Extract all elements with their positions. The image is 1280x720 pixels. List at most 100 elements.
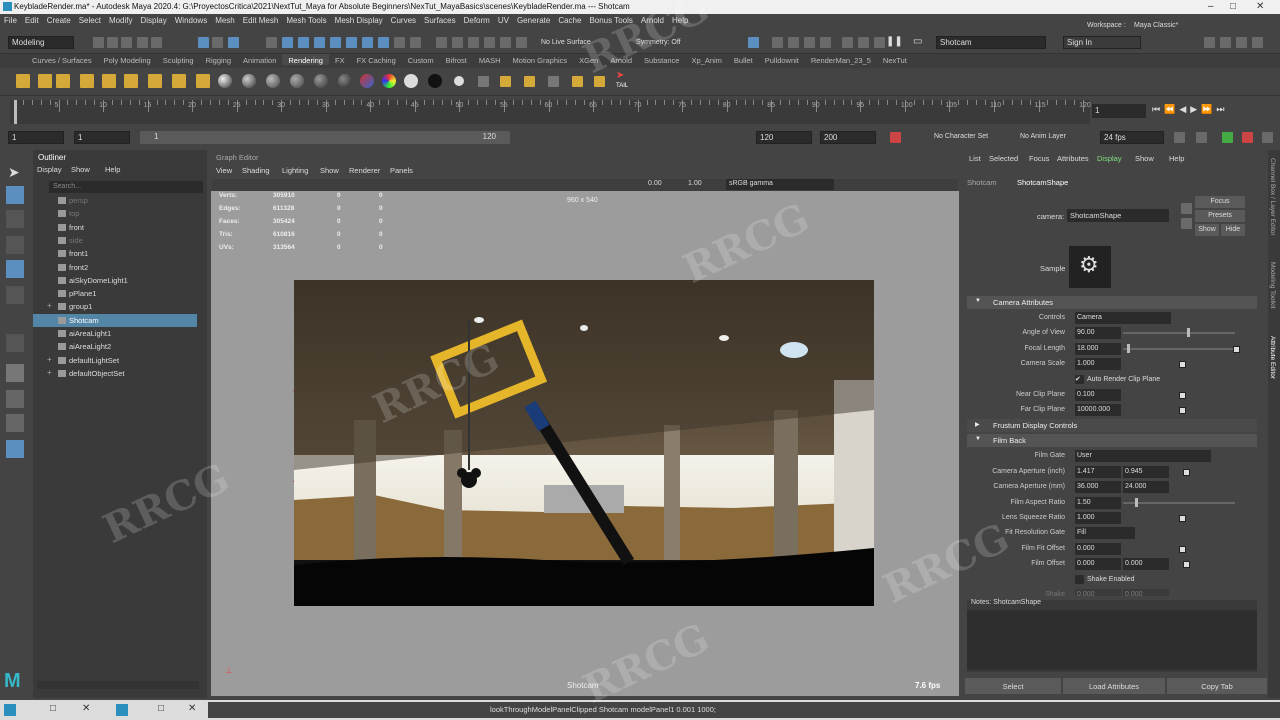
attr-field-near-clip-plane[interactable]: 0.100 [1075,388,1121,401]
start-time-field[interactable]: 1 [8,131,64,144]
shelf-batch-render-icon[interactable] [548,76,559,87]
four-view-icon[interactable] [6,390,24,408]
outliner-menu-display[interactable]: Display [37,165,62,174]
outliner-item-pplane1[interactable]: pPlane1 [33,287,197,300]
menu-surfaces[interactable]: Surfaces [420,14,460,25]
shelf-surface-shader-icon[interactable] [404,74,418,88]
arnold-render-icon[interactable] [842,37,853,48]
character-set-dropdown[interactable]: No Character Set [934,133,988,140]
attr-field-shake-b[interactable]: 0.000 [1123,588,1169,596]
playhead[interactable] [14,100,17,124]
hypershade-icon[interactable] [820,37,831,48]
render-icon[interactable] [748,37,759,48]
shelf-tab-nextut[interactable]: NexTut [877,54,913,65]
shelf-camera-aim-icon[interactable] [196,74,210,88]
shelf-light-icon[interactable] [16,74,30,88]
attr-map-icon[interactable] [1179,361,1186,369]
last-tool-icon[interactable] [6,334,24,352]
channel-box-tab[interactable]: Channel Box / Layer Editor [1269,158,1276,236]
shelf-spot-light-icon[interactable] [80,74,94,88]
modeling-toolkit-tab[interactable]: Modeling Toolkit [1269,262,1276,309]
taskbar-close-icon-2[interactable]: ✕ [188,703,196,714]
step-back-icon[interactable]: ⏪ [1164,104,1179,114]
select-component-icon[interactable] [228,37,239,48]
outliner-item-shotcam[interactable]: Shotcam [33,313,197,327]
shelf-directional-light-icon[interactable] [38,74,52,88]
shelf-tab-fx[interactable]: FX [329,54,351,65]
shelf-tab-animation[interactable]: Animation [237,54,282,65]
anim-layer-dropdown[interactable]: No Anim Layer [1020,133,1066,140]
tab-shotcamshape[interactable]: ShotcamShape [1017,178,1087,190]
shelf-tab-custom[interactable]: Custom [402,54,440,65]
attr-field-camera-aperture-inch-b[interactable]: 0.945 [1123,465,1169,478]
presets-button[interactable]: Presets [1195,210,1245,222]
shelf-blinn-icon[interactable] [218,74,232,88]
attr-map-icon[interactable] [1179,545,1186,553]
ae-menu-list[interactable]: List [969,154,981,163]
menu-select[interactable]: Select [75,14,105,25]
persp-outliner-layout-icon[interactable] [6,414,24,432]
panel-menu-lighting[interactable]: Lighting [282,166,308,175]
target-icon[interactable] [516,37,527,48]
outliner-menu-show[interactable]: Show [71,165,90,174]
magnet-icon[interactable] [500,37,511,48]
menu-mesh-tools[interactable]: Mesh Tools [282,14,330,25]
outliner-item-aiarealight1[interactable]: aiAreaLight1 [33,327,197,340]
outliner-item-front1[interactable]: front1 [33,247,197,260]
fps-dropdown[interactable]: 24 fps [1100,131,1164,144]
shelf-tab-mash[interactable]: MASH [473,54,507,65]
move-tool-icon[interactable] [6,236,24,254]
snap-face-icon[interactable] [362,37,373,48]
focus-button[interactable]: Focus [1195,196,1245,208]
ae-select-button[interactable]: Select [965,678,1061,694]
save-scene-icon[interactable] [121,37,132,48]
playback-speed-icon[interactable] [1242,132,1253,143]
snap-grid-icon[interactable] [266,37,277,48]
command-line[interactable]: lookThroughModelPanelClipped Shotcam mod… [208,702,1280,718]
outliner-item-defaultobjectset[interactable]: defaultObjectSet + [33,367,197,380]
menu-curves[interactable]: Curves [387,14,420,25]
shelf-render-settings-icon[interactable] [572,76,583,87]
shelf-area-light-icon[interactable] [102,74,116,88]
shelf-checker-icon[interactable] [382,74,396,88]
outliner-search-input[interactable]: Search... [49,181,203,193]
attr-field-lens-squeeze-ratio[interactable]: 1.000 [1075,512,1121,524]
shelf-ramp-icon[interactable] [360,74,374,88]
panel-menu-show[interactable]: Show [320,166,339,175]
minimize-icon[interactable]: – [1208,1,1214,12]
tool-settings-icon[interactable] [1236,37,1247,48]
step-forward-icon[interactable]: ⏩ [1201,104,1216,114]
attr-slider-angle-of-view[interactable] [1123,332,1235,335]
gamma-field[interactable]: 1.00 [688,180,702,187]
outliner-item-front2[interactable]: front2 [33,261,197,274]
taskbar-close-icon[interactable]: ✕ [82,703,90,714]
maximize-icon[interactable]: □ [1230,1,1236,12]
camera-select-icon[interactable]: ▭ [913,36,922,47]
auto-key-icon[interactable] [890,132,901,143]
attribute-editor-icon[interactable] [1220,37,1231,48]
outliner-item-defaultlightset[interactable]: defaultLightSet + [33,354,197,367]
scale-tool-icon[interactable] [6,286,24,304]
render-settings-icon[interactable] [804,37,815,48]
outliner-item-aiskydomelight1[interactable]: aiSkyDomeLight1 [33,274,197,287]
notes-textarea[interactable] [967,610,1257,670]
snap-plane-icon[interactable] [314,37,325,48]
shelf-volume-light-icon[interactable] [124,74,138,88]
shelf-use-background-icon[interactable] [428,74,442,88]
slider-handle[interactable] [1187,328,1190,338]
color-space-dropdown[interactable]: sRGB gamma [726,179,834,190]
anim-prefs-icon[interactable] [1222,132,1233,143]
snap-view-icon[interactable] [346,37,357,48]
expand-icon[interactable]: + [47,301,52,310]
camera-field[interactable]: Shotcam [936,36,1046,49]
ae-load-attributes-button[interactable]: Load Attributes [1063,678,1165,694]
panel-menu-view[interactable]: View [216,166,232,175]
menu-windows[interactable]: Windows [171,14,211,25]
shelf-tab-poly-modeling[interactable]: Poly Modeling [98,54,157,65]
panel-menu-renderer[interactable]: Renderer [349,166,380,175]
shelf-camera-icon[interactable] [172,74,186,88]
ipr-icon[interactable] [788,37,799,48]
render-frame-icon[interactable] [772,37,783,48]
expand-icon[interactable]: + [47,355,52,364]
attr-field-film-offset-a[interactable]: 0.000 [1075,558,1121,571]
